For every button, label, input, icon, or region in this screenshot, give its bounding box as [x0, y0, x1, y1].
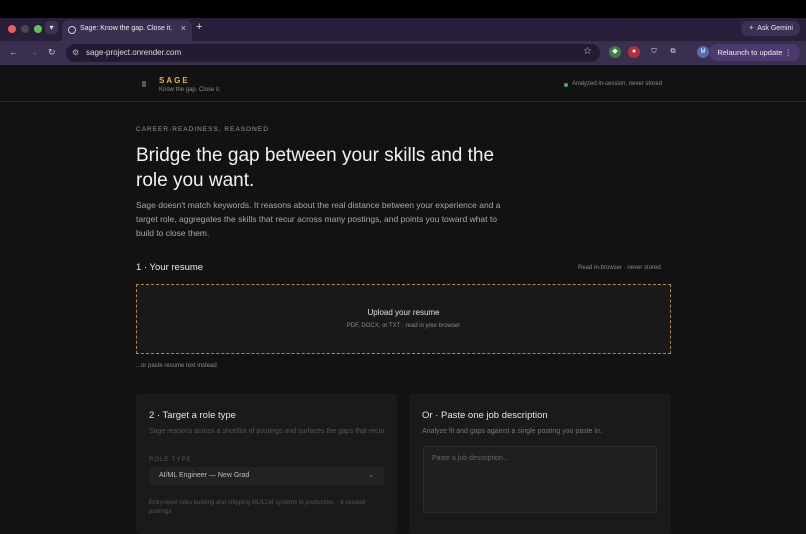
brand-logo-icon — [142, 81, 146, 87]
ask-gemini-label: Ask Gemini — [757, 25, 793, 32]
upload-formats: PDF, DOCX, or TXT · read in your browser — [346, 323, 461, 329]
chevron-down-icon: ⌄ — [368, 472, 374, 479]
maximize-window-button[interactable] — [34, 25, 42, 33]
toolbar: ← → ↻ ⚙ sage-project.onrender.com ☆ ◆ ● … — [0, 41, 806, 65]
address-bar[interactable]: ⚙ sage-project.onrender.com ☆ — [66, 44, 600, 62]
tab-strip: ▾ Sage: Know the gap. Close it. × + ✦ Ask… — [0, 18, 806, 41]
reload-icon[interactable]: ↻ — [48, 47, 56, 58]
globe-icon — [68, 26, 76, 34]
hero-description: Sage doesn't match keywords. It reasons … — [136, 200, 501, 238]
back-icon[interactable]: ← — [9, 47, 18, 57]
role-card-description: Sage reasons across a shortlist of posti… — [149, 428, 387, 435]
url-text: sage-project.onrender.com — [86, 48, 182, 57]
job-description-card: Or · Paste one job description Analyze f… — [409, 394, 671, 534]
resume-privacy-note: Read in-browser · never stored — [578, 265, 661, 271]
role-type-label: ROLE TYPE — [149, 457, 192, 463]
extension-record-icon[interactable]: ● — [628, 46, 640, 58]
role-type-select[interactable]: AI/ML Engineer — New Grad ⌄ — [149, 467, 384, 485]
extension-shield-icon[interactable]: ◆ — [609, 46, 621, 58]
site-header: SAGE Know the gap. Close it. Analyzed in… — [0, 65, 806, 102]
eyebrow-label: CAREER-READINESS, REASONED — [136, 126, 269, 133]
relaunch-button[interactable]: Relaunch to update ⋮ — [709, 44, 800, 61]
tab-search-chevron-icon[interactable]: ▾ — [45, 21, 58, 34]
privacy-status: Analyzed in-session, never stored — [572, 81, 663, 87]
jd-card-description: Analyze fit and gaps against a single po… — [422, 428, 602, 435]
tab-title: Sage: Know the gap. Close it. — [80, 25, 173, 32]
resume-section-title: 1 · Your resume — [136, 262, 204, 273]
job-description-textarea[interactable]: Paste a job description... — [423, 446, 657, 513]
role-type-card: 2 · Target a role type Sage reasons acro… — [136, 394, 397, 534]
page: SAGE Know the gap. Close it. Analyzed in… — [0, 65, 806, 534]
jd-card-title: Or · Paste one job description — [422, 410, 548, 421]
role-description: Entry-level roles building and shipping … — [149, 500, 366, 515]
new-tab-button[interactable]: + — [196, 21, 202, 33]
extensions-puzzle-icon[interactable]: ⧉ — [667, 46, 679, 58]
bookmark-star-icon[interactable]: ☆ — [583, 46, 592, 57]
more-menu-icon[interactable]: ⋮ — [785, 48, 793, 57]
relaunch-label: Relaunch to update — [717, 48, 783, 57]
resume-upload-dropzone[interactable]: Upload your resume PDF, DOCX, or TXT · r… — [136, 284, 671, 354]
minimize-window-button[interactable] — [21, 25, 29, 33]
site-info-icon[interactable]: ⚙ — [72, 48, 79, 57]
role-type-value: AI/ML Engineer — New Grad — [159, 472, 250, 479]
extension-brave-shield-icon[interactable]: ⛉ — [648, 46, 660, 58]
paste-resume-link[interactable]: ...or paste resume text instead — [136, 363, 217, 369]
role-card-title: 2 · Target a role type — [149, 410, 236, 421]
upload-title: Upload your resume — [367, 308, 440, 317]
tab-close-icon[interactable]: × — [181, 23, 186, 33]
forward-icon[interactable]: → — [29, 47, 38, 57]
hero-headline: Bridge the gap between your skills and t… — [136, 145, 495, 191]
close-window-button[interactable] — [8, 25, 16, 33]
ask-gemini-button[interactable]: ✦ Ask Gemini — [741, 21, 800, 36]
brand-tagline: Know the gap. Close it. — [159, 87, 221, 93]
brand-name[interactable]: SAGE — [159, 76, 190, 85]
status-dot-icon — [564, 83, 568, 87]
tab-sage[interactable]: Sage: Know the gap. Close it. × — [62, 20, 192, 41]
window-frame — [0, 0, 806, 18]
job-description-placeholder: Paste a job description... — [432, 455, 509, 462]
profile-avatar[interactable]: M — [697, 46, 709, 58]
gemini-icon: ✦ — [748, 25, 755, 32]
